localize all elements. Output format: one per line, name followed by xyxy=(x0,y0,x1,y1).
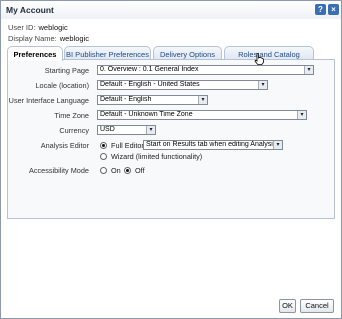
accessibility-off-label: Off xyxy=(135,166,145,175)
dialog-titlebar: My Account ? × xyxy=(1,1,341,19)
locale-select[interactable]: Default - English - United States ▾ xyxy=(97,80,268,90)
chevron-down-icon: ▾ xyxy=(258,81,267,89)
full-editor-label: Full Editor xyxy=(111,141,144,150)
accessibility-on-radio[interactable] xyxy=(100,167,107,174)
time-zone-value: Default - Unknown Time Zone xyxy=(100,111,193,118)
user-id-value: weblogic xyxy=(38,23,68,32)
ui-language-label: User Interface Language xyxy=(8,96,89,105)
ok-button[interactable]: OK xyxy=(279,299,296,313)
chevron-down-icon: ▾ xyxy=(198,96,207,104)
display-name-label: Display Name: xyxy=(8,34,57,43)
display-name-row: Display Name: weblogic xyxy=(8,34,89,43)
currency-label: Currency xyxy=(59,126,89,135)
analysis-editor-label: Analysis Editor xyxy=(40,141,89,150)
currency-value: USD xyxy=(100,126,115,133)
starting-page-value: 0. Overview : 0.1 General Index xyxy=(100,66,199,73)
my-account-dialog: My Account ? × User ID: weblogic Display … xyxy=(0,0,342,319)
chevron-down-icon: ▾ xyxy=(297,111,306,119)
user-id-label: User ID: xyxy=(8,23,36,32)
full-editor-start-value: Start on Results tab when editing Analys… xyxy=(146,141,277,148)
accessibility-mode-label: Accessibility Mode xyxy=(28,166,89,175)
cancel-button[interactable]: Cancel xyxy=(300,299,334,313)
tab-roles-and-catalog-groups[interactable]: Roles and Catalog Groups xyxy=(224,46,314,68)
wizard-label: Wizard (limited functionality) xyxy=(111,152,203,161)
chevron-down-icon: ▾ xyxy=(304,66,313,74)
accessibility-on-label: On xyxy=(111,166,121,175)
hand-pointer-icon xyxy=(254,53,264,65)
full-editor-radio[interactable] xyxy=(100,142,107,149)
chevron-down-icon: ▾ xyxy=(146,126,155,134)
display-name-value: weblogic xyxy=(59,34,89,43)
ui-language-select[interactable]: Default - English ▾ xyxy=(97,95,208,105)
tab-bi-publisher-preferences[interactable]: BI Publisher Preferences xyxy=(64,46,151,60)
starting-page-select[interactable]: 0. Overview : 0.1 General Index ▾ xyxy=(97,65,314,75)
accessibility-off-radio[interactable] xyxy=(124,167,131,174)
full-editor-start-select[interactable]: Start on Results tab when editing Analys… xyxy=(143,140,283,150)
tab-delivery-options[interactable]: Delivery Options xyxy=(153,46,222,60)
starting-page-label: Starting Page xyxy=(44,66,89,75)
tab-preferences[interactable]: Preferences xyxy=(7,46,63,61)
dialog-title: My Account xyxy=(6,5,54,15)
locale-value: Default - English - United States xyxy=(100,81,200,88)
close-icon[interactable]: × xyxy=(328,4,339,15)
wizard-radio[interactable] xyxy=(100,153,107,160)
locale-label: Locale (location) xyxy=(35,81,89,90)
time-zone-select[interactable]: Default - Unknown Time Zone ▾ xyxy=(97,110,307,120)
tab-bar: Preferences BI Publisher Preferences Del… xyxy=(7,46,335,68)
chevron-down-icon: ▾ xyxy=(273,141,282,149)
help-icon[interactable]: ? xyxy=(315,4,326,15)
ui-language-value: Default - English xyxy=(100,96,152,103)
time-zone-label: Time Zone xyxy=(54,111,89,120)
user-id-row: User ID: weblogic xyxy=(8,23,68,32)
currency-select[interactable]: USD ▾ xyxy=(97,125,156,135)
